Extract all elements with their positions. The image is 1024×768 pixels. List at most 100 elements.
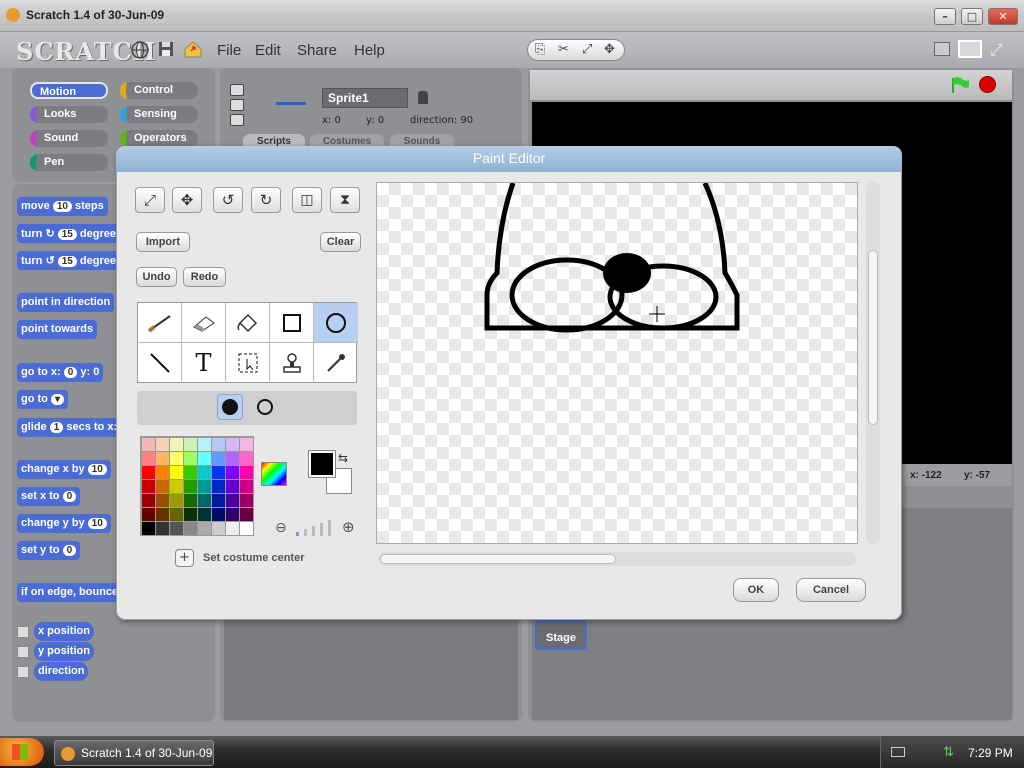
save-icon[interactable] — [157, 40, 181, 60]
color-swatch[interactable] — [184, 508, 197, 521]
block-point-towards[interactable]: point towards — [17, 320, 98, 339]
reporter-y-position[interactable]: y position — [34, 642, 94, 661]
undo-button[interactable]: Undo — [136, 267, 177, 287]
color-swatch[interactable] — [240, 522, 253, 535]
rotate-cw-button[interactable]: ↻ — [251, 187, 281, 213]
color-swatch[interactable] — [156, 480, 169, 493]
color-swatch[interactable] — [170, 480, 183, 493]
flip-vertical-button[interactable]: ⧗ — [330, 187, 360, 213]
block-move[interactable]: move 10 steps — [17, 197, 108, 216]
color-swatch[interactable] — [212, 452, 225, 465]
shrink-icon[interactable]: ✥ — [604, 42, 615, 57]
color-swatch[interactable] — [240, 438, 253, 451]
color-swatch[interactable] — [198, 452, 211, 465]
color-swatch[interactable] — [240, 452, 253, 465]
block-turn-ccw[interactable]: turn ↺ 15 degrees — [17, 251, 127, 270]
paint-canvas[interactable] — [376, 181, 858, 544]
cancel-button[interactable]: Cancel — [796, 578, 866, 602]
block-if-on-edge-bounce[interactable]: if on edge, bounce — [17, 583, 123, 602]
stamp-tool[interactable] — [270, 343, 314, 383]
normal-stage-icon[interactable] — [958, 40, 982, 58]
block-set-x[interactable]: set x to 0 — [17, 487, 81, 506]
start-button[interactable] — [0, 738, 44, 766]
stage-thumbnail[interactable]: Stage — [535, 620, 587, 650]
reporter-x-position[interactable]: x position — [34, 622, 94, 641]
select-tool[interactable] — [226, 343, 270, 383]
color-swatch[interactable] — [212, 522, 225, 535]
color-swatch[interactable] — [198, 480, 211, 493]
color-swatch[interactable] — [170, 522, 183, 535]
canvas-vertical-scroll-thumb[interactable] — [868, 250, 878, 425]
color-swatch[interactable] — [170, 438, 183, 451]
color-swatch[interactable] — [212, 480, 225, 493]
color-swatch[interactable] — [198, 438, 211, 451]
category-motion[interactable]: Motion — [30, 82, 108, 99]
menu-share[interactable]: Share — [297, 42, 337, 59]
grow-icon[interactable]: ⤢ — [582, 42, 592, 57]
color-swatch[interactable] — [184, 480, 197, 493]
color-swatch[interactable] — [198, 466, 211, 479]
eyedropper-tool[interactable] — [314, 343, 358, 383]
globe-icon[interactable] — [130, 40, 154, 60]
block-go-to[interactable]: go to ▾ — [17, 390, 68, 409]
color-swatch[interactable] — [156, 466, 169, 479]
zoom-in-icon[interactable]: ⊕ — [342, 518, 355, 536]
block-point-in-direction[interactable]: point in direction — [17, 293, 115, 312]
rotate-style-flip-icon[interactable] — [230, 99, 244, 111]
block-turn-cw[interactable]: turn ↻ 15 degrees — [17, 224, 127, 243]
color-swatch[interactable] — [198, 522, 211, 535]
category-looks[interactable]: Looks — [30, 106, 108, 123]
color-swatch[interactable] — [226, 494, 239, 507]
rotate-ccw-button[interactable]: ↺ — [213, 187, 243, 213]
rotate-style-none-icon[interactable] — [230, 114, 244, 126]
share-icon[interactable] — [183, 40, 207, 60]
color-swatch[interactable] — [156, 494, 169, 507]
color-palette[interactable] — [140, 436, 254, 536]
color-swatch[interactable] — [240, 480, 253, 493]
color-swatch[interactable] — [156, 508, 169, 521]
color-swatch[interactable] — [184, 466, 197, 479]
color-swatch[interactable] — [170, 466, 183, 479]
color-swatch[interactable] — [240, 466, 253, 479]
color-swatch[interactable] — [226, 508, 239, 521]
color-swatch[interactable] — [142, 522, 155, 535]
checkbox-x-position[interactable] — [17, 626, 29, 638]
color-swatch[interactable] — [142, 452, 155, 465]
swap-colors-icon[interactable]: ⇆ — [338, 451, 348, 465]
block-go-to-xy[interactable]: go to x: 0 y: 0 — [17, 363, 104, 382]
checkbox-direction[interactable] — [17, 666, 29, 678]
eraser-tool[interactable] — [182, 303, 226, 343]
flip-horizontal-button[interactable]: ◫ — [292, 187, 322, 213]
color-swatch[interactable] — [142, 466, 155, 479]
color-swatch[interactable] — [156, 522, 169, 535]
block-set-y[interactable]: set y to 0 — [17, 541, 81, 560]
set-center-button[interactable]: + — [175, 549, 194, 567]
color-swatch[interactable] — [212, 466, 225, 479]
filled-shape-option[interactable] — [217, 394, 243, 420]
duplicate-icon[interactable]: ⎘ — [535, 42, 545, 57]
color-swatch[interactable] — [240, 508, 253, 521]
rotate-style-full-icon[interactable] — [230, 84, 244, 96]
menu-help[interactable]: Help — [354, 42, 385, 59]
foreground-color-swatch[interactable] — [308, 450, 336, 478]
block-glide[interactable]: glide 1 secs to x: — [17, 418, 122, 437]
clear-button[interactable]: Clear — [320, 232, 361, 252]
redo-button[interactable]: Redo — [183, 267, 226, 287]
lock-icon[interactable] — [418, 91, 428, 104]
color-swatch[interactable] — [240, 494, 253, 507]
zoom-out-icon[interactable]: ⊖ — [275, 520, 287, 536]
maximize-button[interactable]: □ — [961, 8, 983, 25]
close-button[interactable]: ✕ — [988, 8, 1018, 25]
delete-scissors-icon[interactable]: ✂ — [558, 42, 569, 57]
color-swatch[interactable] — [226, 522, 239, 535]
block-change-y[interactable]: change y by 10 — [17, 514, 111, 533]
category-sound[interactable]: Sound — [30, 130, 108, 147]
color-swatch[interactable] — [198, 494, 211, 507]
fill-bucket-tool[interactable] — [226, 303, 270, 343]
color-swatch[interactable] — [142, 494, 155, 507]
color-swatch[interactable] — [170, 508, 183, 521]
outline-shape-option[interactable] — [252, 394, 278, 420]
taskbar-item-scratch[interactable]: Scratch 1.4 of 30-Jun-09 — [54, 740, 214, 766]
green-flag-icon[interactable] — [950, 76, 970, 94]
color-swatch[interactable] — [226, 438, 239, 451]
